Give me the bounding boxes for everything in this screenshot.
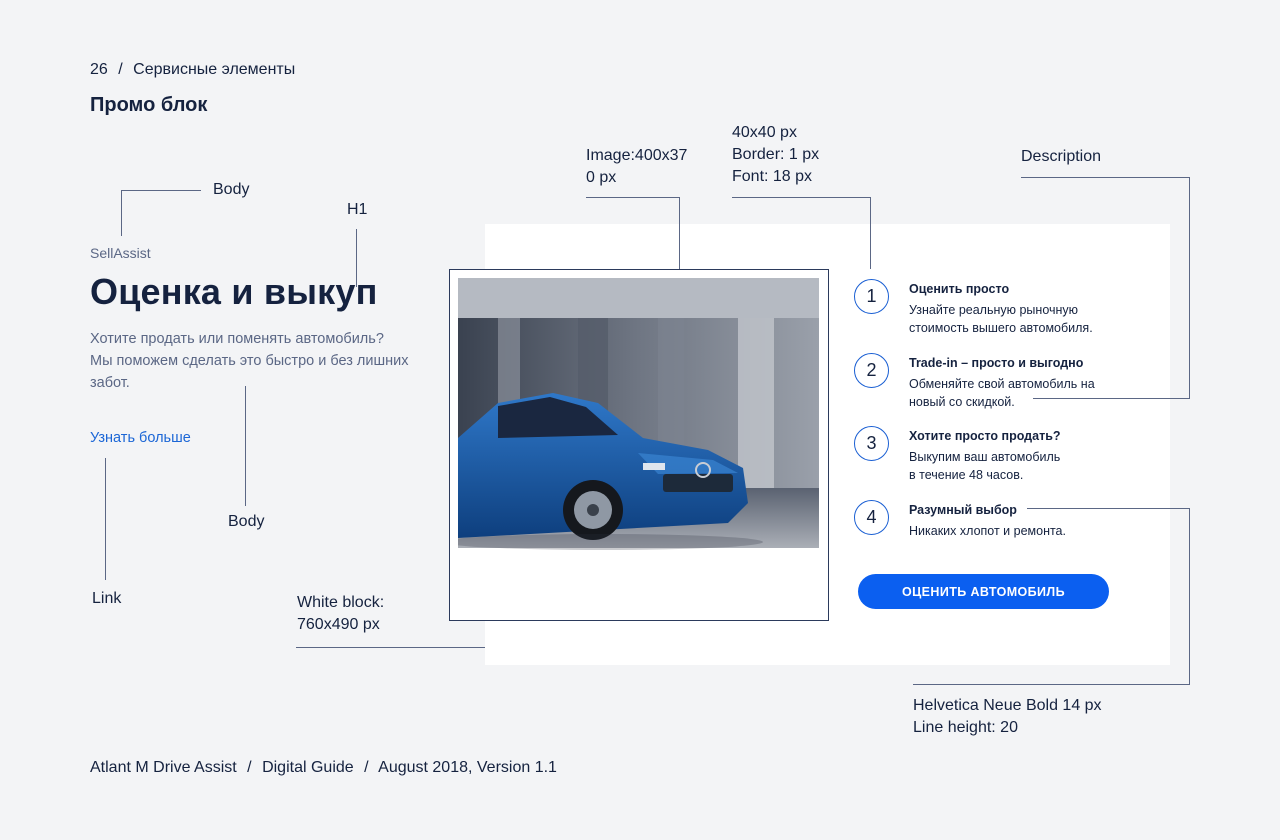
annotation-h1: H1 [347, 201, 368, 218]
learn-more-link[interactable]: Узнать больше [90, 430, 191, 446]
page-title: Промо блок [90, 94, 208, 116]
annotation-image: Image:400x37 0 px [586, 147, 688, 186]
brand-label: SellAssist [90, 245, 151, 261]
annotation-white-block: White block: 760x490 px [297, 594, 385, 633]
footer-separator: / [364, 759, 369, 776]
breadcrumb-separator: / [118, 61, 123, 78]
annotation-circle: 40x40 px Border: 1 px Font: 18 px [732, 124, 820, 185]
step-title: Оценить просто [909, 282, 1010, 296]
step-title: Trade-in – просто и выгодно [909, 356, 1084, 370]
annotation-link: Link [92, 590, 122, 607]
breadcrumb-section: Сервисные элементы [133, 61, 296, 78]
step-number-circle: 2 [854, 353, 889, 388]
leader-line [870, 197, 871, 269]
promo-headline: Оценка и выкуп [90, 271, 378, 312]
leader-line [1189, 177, 1190, 399]
leader-line [586, 197, 679, 198]
leader-line [732, 197, 871, 198]
leader-line [1027, 508, 1190, 509]
annotation-description: Description [1021, 148, 1102, 165]
footer: Atlant M Drive Assist / Digital Guide / … [90, 759, 557, 777]
car-illustration [458, 278, 819, 611]
promo-body: Хотите продать или поменять автомобиль? … [90, 331, 409, 391]
step-number-circle: 3 [854, 426, 889, 461]
step-description: Выкупим ваш автомобиль в течение 48 часо… [909, 450, 1061, 482]
leader-line [296, 647, 485, 648]
step-description: Обменяйте свой автомобиль на новый со ск… [909, 377, 1095, 409]
step-description: Узнайте реальную рыночную стоимость выше… [909, 303, 1093, 335]
leader-line [121, 190, 122, 236]
footer-product: Atlant M Drive Assist [90, 759, 237, 776]
page-number: 26 [90, 61, 108, 78]
footer-guide: Digital Guide [262, 759, 354, 776]
leader-line [913, 684, 1190, 685]
leader-line [679, 197, 680, 269]
annotation-button-font: Helvetica Neue Bold 14 px Line height: 2… [913, 697, 1102, 736]
footer-version: August 2018, Version 1.1 [378, 759, 557, 776]
annotation-body-bottom: Body [228, 513, 265, 530]
leader-line [1189, 508, 1190, 685]
step-title: Хотите просто продать? [909, 429, 1061, 443]
leader-line [105, 458, 106, 580]
step-description: Никаких хлопот и ремонта. [909, 524, 1066, 538]
leader-line [245, 386, 246, 506]
step-title: Разумный выбор [909, 503, 1017, 517]
leader-line [121, 190, 201, 191]
breadcrumb: 26 / Сервисные элементы [90, 61, 295, 79]
leader-line [1021, 177, 1190, 178]
step-number-circle: 4 [854, 500, 889, 535]
evaluate-car-button[interactable]: ОЦЕНИТЬ АВТОМОБИЛЬ [858, 574, 1109, 609]
footer-separator: / [247, 759, 252, 776]
car-image [458, 278, 819, 611]
annotation-body-top: Body [213, 181, 250, 198]
step-number-circle: 1 [854, 279, 889, 314]
